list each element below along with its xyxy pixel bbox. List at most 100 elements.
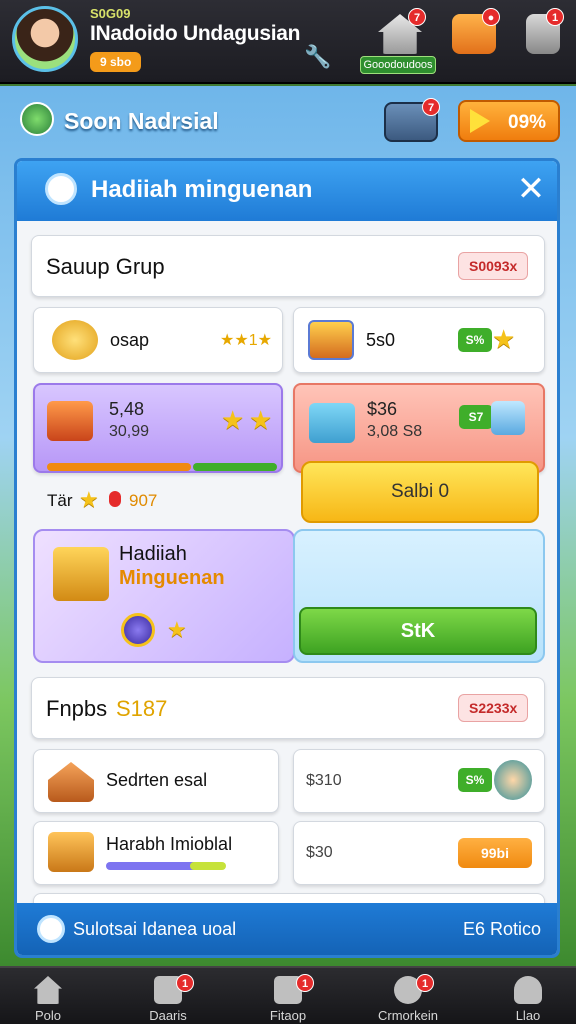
alert-button[interactable]: 1 bbox=[526, 8, 564, 54]
blue-box-icon bbox=[491, 401, 525, 435]
wrench-icon[interactable]: 🔧 bbox=[304, 44, 332, 69]
progress-bar-lime bbox=[190, 862, 226, 870]
reward-card-right[interactable]: 5s0 S% ★ bbox=[293, 307, 545, 373]
player-level: S0G09 bbox=[90, 6, 131, 21]
home-badge: 7 bbox=[408, 8, 426, 26]
star-icon: ★ bbox=[249, 405, 273, 435]
reward-label: Sedrten esal bbox=[106, 770, 208, 790]
home-icon bbox=[34, 976, 62, 1004]
section-title: Sauup Grup bbox=[46, 254, 165, 279]
section-rewards: Fnpbs S187 S2233x bbox=[31, 677, 545, 739]
nav-label: Fitaop bbox=[269, 1008, 307, 1023]
reward-card-left[interactable]: osap ★★1★ bbox=[33, 307, 283, 373]
nav-item-profile[interactable]: Llao bbox=[480, 968, 576, 1024]
star-icon: ★ bbox=[167, 617, 187, 642]
play-icon bbox=[470, 109, 490, 133]
weekly-reward-card[interactable]: Hadiiah Minguenan ★ bbox=[33, 529, 295, 663]
gift-button[interactable]: ● bbox=[452, 8, 500, 54]
section-chip: S0093x bbox=[458, 252, 529, 280]
reward-tag: S7 bbox=[459, 405, 493, 429]
reward-card-purple[interactable]: 5,48 30,99 ★ ★ bbox=[33, 383, 283, 473]
section-title: Fnpbs bbox=[46, 696, 108, 721]
crate-icon bbox=[47, 401, 93, 441]
medal-icon bbox=[52, 320, 98, 360]
reward-tag: S% bbox=[458, 768, 492, 792]
player-avatar[interactable] bbox=[12, 6, 78, 72]
reward-price: $30 bbox=[306, 844, 333, 861]
play-button[interactable]: 09% bbox=[458, 100, 560, 142]
profile-icon bbox=[514, 976, 542, 1004]
info-icon bbox=[37, 915, 65, 943]
nav-item-daily[interactable]: 1 Daaris bbox=[120, 968, 216, 1024]
treasure-icon bbox=[53, 547, 109, 601]
mail-button[interactable]: 7 bbox=[384, 98, 440, 142]
reward-value: 5s0 bbox=[366, 330, 396, 350]
gift-badge: ● bbox=[482, 8, 500, 26]
progress-bar-orange bbox=[47, 463, 191, 471]
reward-line2: 3,08 S8 bbox=[367, 423, 423, 440]
reward-stars: ★★1★ bbox=[220, 332, 272, 349]
zone-title: Soon Nadrsial bbox=[64, 108, 219, 134]
player-name: INadoido Undagusian bbox=[90, 22, 301, 45]
bottom-nav: Polo 1 Daaris 1 Fitaop 1 Crmorkein Llao bbox=[0, 966, 576, 1024]
calendar-icon bbox=[45, 173, 77, 205]
section-title-value: S187 bbox=[116, 696, 168, 721]
reward-row-left[interactable]: Harabh Imioblal bbox=[33, 821, 279, 885]
alert-badge: 1 bbox=[546, 8, 564, 26]
reward-line1: $36 bbox=[367, 399, 398, 419]
reward-row-right[interactable]: $30 99bi bbox=[293, 821, 545, 885]
status-text: Tär bbox=[47, 491, 73, 510]
nav-label: Daaris bbox=[149, 1008, 187, 1023]
gem-box-icon bbox=[309, 403, 355, 443]
nav-item-home[interactable]: Polo bbox=[0, 968, 96, 1024]
footer-right[interactable]: E6 Rotico bbox=[463, 919, 541, 940]
star-icon: ★ bbox=[79, 487, 99, 512]
home-label: Gooodoudoos bbox=[360, 56, 436, 74]
chest-icon bbox=[308, 320, 354, 360]
reward-price: $310 bbox=[306, 772, 342, 789]
panel-title: Hadiiah minguenan bbox=[91, 176, 313, 203]
reward-row-right[interactable]: $310 S% bbox=[293, 749, 545, 813]
house-icon bbox=[48, 762, 94, 802]
nav-label: Crmorkein bbox=[378, 1008, 438, 1023]
weekly-title: Hadiiah bbox=[119, 543, 187, 565]
play-label: 09% bbox=[508, 112, 547, 133]
reward-value: osap bbox=[110, 330, 150, 350]
reward-card-salmon[interactable]: $36 3,08 S8 S7 bbox=[293, 383, 545, 473]
top-bar: S0G09 INadoido Undagusian 9 sbo 🔧 7 Gooo… bbox=[0, 0, 576, 84]
claim-yellow-button[interactable]: Salbi 0 bbox=[301, 461, 539, 523]
section-chip: S2233x bbox=[458, 694, 529, 722]
weekly-subtitle: Minguenan bbox=[119, 567, 225, 589]
ruby-icon bbox=[109, 491, 121, 507]
star-icon: ★ bbox=[492, 324, 516, 354]
sub-header: Soon Nadrsial 7 09% bbox=[0, 96, 576, 152]
mail-badge: 7 bbox=[422, 98, 440, 116]
progress-bar-green bbox=[193, 463, 277, 471]
reward-tag: 99bi bbox=[458, 838, 532, 868]
player-badge: 9 sbo bbox=[90, 52, 142, 72]
reward-row-left[interactable]: Sedrten esal bbox=[33, 749, 279, 813]
section-group: Sauup Grup S0093x bbox=[31, 235, 545, 297]
home-button[interactable]: 7 bbox=[378, 8, 426, 54]
reward-line1: 5,48 bbox=[109, 399, 145, 419]
panel-header: Hadiiah minguenan ✕ bbox=[17, 161, 557, 221]
nav-badge: 1 bbox=[416, 974, 434, 992]
nav-item-community[interactable]: 1 Crmorkein bbox=[360, 968, 456, 1024]
nav-label: Polo bbox=[34, 1008, 62, 1023]
claim-green-button[interactable]: StK bbox=[299, 607, 537, 655]
reward-label: Harabh Imioblal bbox=[106, 834, 233, 854]
nav-badge: 1 bbox=[296, 974, 314, 992]
zone-icon bbox=[20, 102, 54, 136]
reward-line2: 30,99 bbox=[109, 423, 150, 440]
coin-icon bbox=[121, 613, 155, 647]
panel-footer: Sulotsai Idanea uoal E6 Rotico bbox=[17, 903, 557, 955]
nav-badge: 1 bbox=[176, 974, 194, 992]
close-button[interactable]: ✕ bbox=[511, 169, 551, 209]
weekly-reward-panel: Hadiiah minguenan ✕ Sauup Grup S0093x os… bbox=[14, 158, 560, 958]
reward-tag: S% bbox=[458, 328, 492, 352]
gift-crate-icon bbox=[48, 832, 94, 872]
nav-label: Llao bbox=[515, 1008, 541, 1023]
nav-item-map[interactable]: 1 Fitaop bbox=[240, 968, 336, 1024]
character-icon bbox=[494, 760, 532, 800]
status-value: 907 bbox=[129, 491, 158, 510]
